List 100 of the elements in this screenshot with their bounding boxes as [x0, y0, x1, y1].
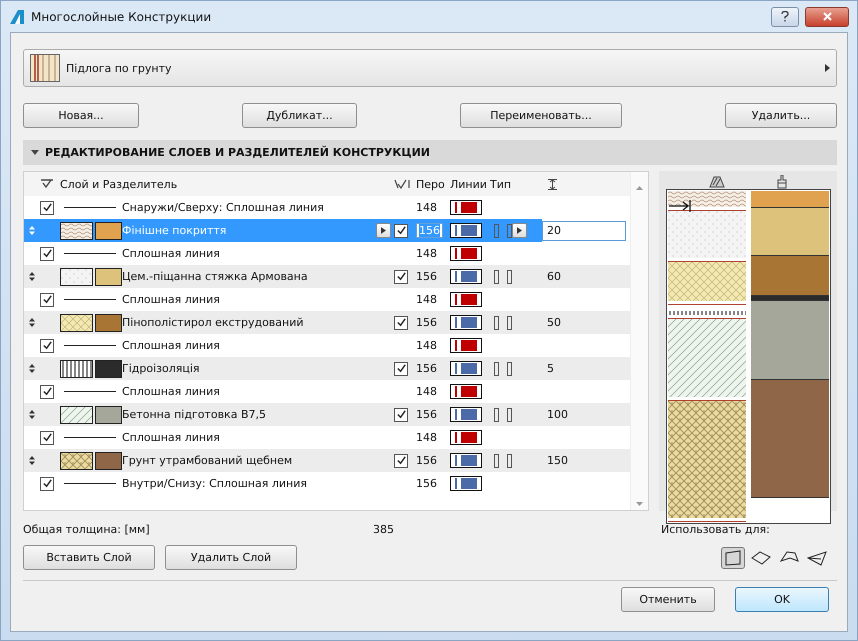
separator-line	[64, 345, 116, 346]
line-swatch[interactable]	[450, 269, 482, 284]
checkbox[interactable]	[394, 224, 408, 238]
layer-name[interactable]: Грунт утрамбований щебнем	[122, 454, 292, 467]
checkbox[interactable]	[394, 408, 408, 422]
checkbox[interactable]	[40, 430, 54, 444]
table-row[interactable]: Сплошная линия 148	[24, 242, 630, 265]
line-swatch[interactable]	[450, 384, 482, 399]
line-swatch[interactable]	[450, 453, 482, 468]
line-swatch[interactable]	[450, 246, 482, 261]
checkbox[interactable]	[40, 338, 54, 352]
line-swatch[interactable]	[450, 430, 482, 445]
separator-name[interactable]: Внутри/Снизу: Сплошная линия	[122, 477, 307, 490]
line-swatch[interactable]	[450, 223, 482, 238]
table-row[interactable]: Сплошная линия 148	[24, 380, 630, 403]
checkbox[interactable]	[40, 246, 54, 260]
checkbox[interactable]	[40, 476, 54, 490]
table-row[interactable]: Сплошная линия 148	[24, 334, 630, 357]
thickness-value: 50	[546, 316, 561, 329]
line-swatch[interactable]	[450, 407, 482, 422]
dialog-button[interactable]: Отменить	[621, 587, 715, 612]
scroll-down-icon[interactable]	[636, 502, 643, 506]
separator-name[interactable]: Сплошная линия	[122, 293, 220, 306]
action-button[interactable]: Дубликат...	[242, 103, 357, 128]
pen-number: 156	[416, 408, 437, 421]
close-button[interactable]	[805, 6, 849, 26]
arrow-button[interactable]	[376, 223, 391, 238]
thickness-field[interactable]: 20	[542, 220, 626, 240]
line-swatch[interactable]	[450, 200, 482, 215]
checkbox[interactable]	[394, 362, 408, 376]
column-header: Перо	[416, 178, 445, 190]
drag-handle-icon[interactable]	[29, 456, 35, 465]
line-swatch[interactable]	[450, 361, 482, 376]
close-icon	[822, 12, 832, 21]
drag-handle-icon[interactable]	[29, 410, 35, 419]
color-swatch[interactable]	[95, 452, 122, 470]
layer-name[interactable]: Пінополістирол екструдований	[122, 316, 304, 329]
checkbox[interactable]	[394, 270, 408, 284]
drag-handle-icon[interactable]	[29, 364, 35, 373]
table-row[interactable]: Бетонна підготовка В7,5 156 100	[24, 403, 630, 426]
shape-option-icon[interactable]	[721, 546, 745, 568]
table-row[interactable]: Гідроізоляція 156 5	[24, 357, 630, 380]
scroll-up-icon[interactable]	[636, 186, 643, 190]
separator-name[interactable]: Сплошная линия	[122, 431, 220, 444]
line-swatch[interactable]	[450, 292, 482, 307]
thickness-value: 5	[546, 362, 554, 375]
table-row[interactable]: Сплошная линия 148	[24, 426, 630, 449]
help-button[interactable]	[771, 6, 799, 26]
layer-button[interactable]: Удалить Слой	[165, 545, 297, 570]
checkbox[interactable]	[40, 200, 54, 214]
checkbox[interactable]	[40, 292, 54, 306]
color-swatch[interactable]	[95, 360, 122, 378]
checkbox[interactable]	[394, 454, 408, 468]
arrow-button[interactable]	[512, 223, 527, 238]
separator-line	[64, 207, 116, 208]
composite-icon	[30, 54, 60, 82]
checkbox[interactable]	[394, 316, 408, 330]
expand-caret-icon[interactable]	[31, 148, 39, 156]
column-header: Слой и Разделитель	[60, 178, 178, 190]
line-swatch[interactable]	[450, 476, 482, 491]
layer-button[interactable]: Вставить Слой	[23, 545, 155, 570]
separator-name[interactable]: Снаружи/Сверху: Сплошная линия	[122, 201, 324, 214]
pen-number: 156	[416, 316, 437, 329]
layer-name[interactable]: Гідроізоляція	[122, 362, 200, 375]
color-swatch[interactable]	[95, 314, 122, 332]
dialog-button[interactable]: OK	[735, 587, 829, 612]
action-button[interactable]: Удалить...	[725, 103, 837, 128]
table-row[interactable]: Цем.-піщанна стяжка Армована 156 60	[24, 265, 630, 288]
color-swatch[interactable]	[95, 222, 122, 240]
table-row[interactable]: Грунт утрамбований щебнем 156 150	[24, 449, 630, 472]
layer-name[interactable]: Бетонна підготовка В7,5	[122, 408, 266, 421]
table-row[interactable]: Внутри/Снизу: Сплошная линия 156	[24, 472, 630, 495]
table-row[interactable]: Сплошная линия 148	[24, 288, 630, 311]
separator-name[interactable]: Сплошная линия	[122, 339, 220, 352]
thickness-icon	[548, 178, 557, 190]
table-row[interactable]: Снаружи/Сверху: Сплошная линия 148	[24, 196, 630, 219]
separator-name[interactable]: Сплошная линия	[122, 247, 220, 260]
color-swatch[interactable]	[95, 406, 122, 424]
drag-handle-icon[interactable]	[29, 318, 35, 327]
table-row[interactable]: Пінополістирол екструдований 156 50	[24, 311, 630, 334]
checkbox[interactable]	[40, 384, 54, 398]
check-icon	[40, 179, 54, 189]
line-swatch[interactable]	[450, 338, 482, 353]
separator-line	[64, 391, 116, 392]
drag-handle-icon[interactable]	[29, 226, 35, 235]
action-button[interactable]: Переименовать...	[460, 103, 622, 128]
line-swatch[interactable]	[450, 315, 482, 330]
color-swatch[interactable]	[95, 268, 122, 286]
composite-dropdown[interactable]: Підлога по грунту	[23, 49, 837, 87]
action-button[interactable]: Новая...	[23, 103, 139, 128]
help-icon	[781, 11, 789, 22]
column-header: Тип	[490, 178, 512, 190]
table-row[interactable]: Фінішне покриття 156 20	[24, 219, 630, 242]
layer-name[interactable]: Цем.-піщанна стяжка Армована	[122, 270, 308, 283]
app-icon	[9, 8, 25, 24]
thickness-value: 60	[546, 270, 561, 283]
drag-handle-icon[interactable]	[29, 272, 35, 281]
separator-line	[64, 483, 116, 484]
section-header[interactable]: РЕДАКТИРОВАНИЕ СЛОЕВ И РАЗДЕЛИТЕЛЕЙ КОНСТРУКЦИИ	[23, 140, 837, 165]
separator-name[interactable]: Сплошная линия	[122, 385, 220, 398]
